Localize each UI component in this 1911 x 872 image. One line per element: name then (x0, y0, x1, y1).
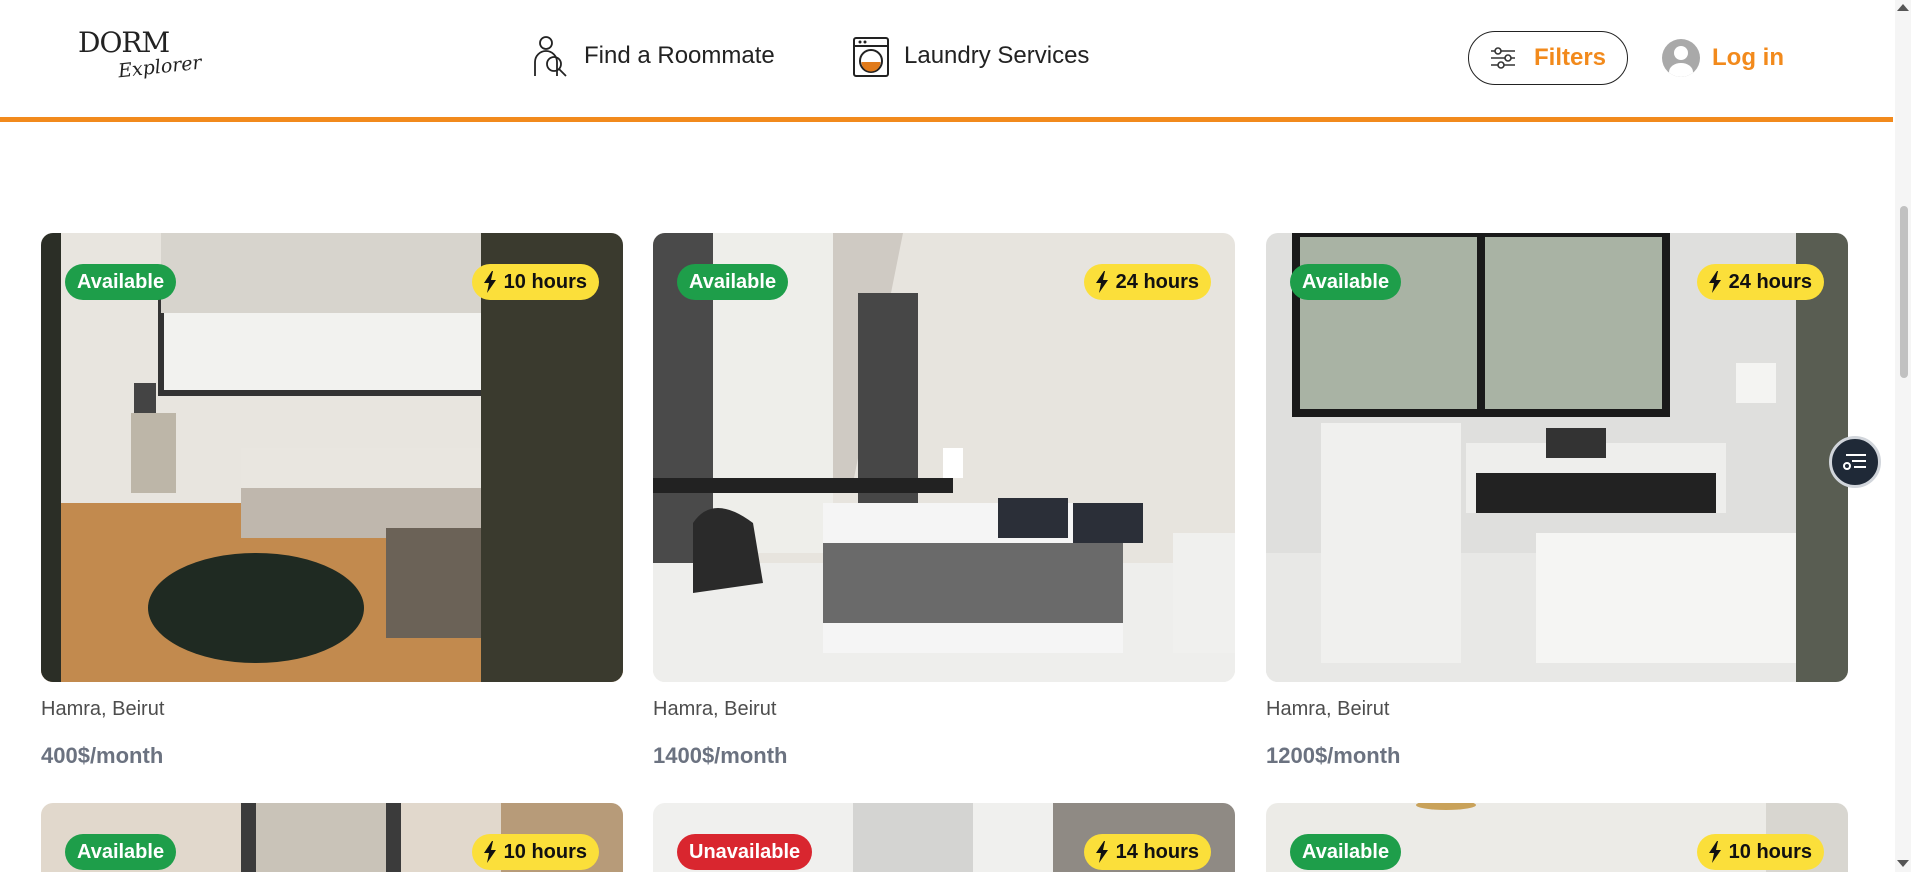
lightning-bolt-icon (1095, 271, 1108, 293)
lightning-bolt-icon (483, 841, 496, 863)
listing-card[interactable]: Available 10 hours (1266, 803, 1848, 872)
scroll-up-arrow-icon[interactable] (1897, 3, 1909, 11)
site-header: DORM Explorer Find a Roommate Laundry Se… (0, 0, 1893, 122)
list-filter-icon (1843, 454, 1866, 470)
floating-filter-button[interactable] (1829, 436, 1881, 488)
response-time-badge: 14 hours (1083, 834, 1211, 870)
listing-price: 400$/month (41, 743, 164, 768)
room-photo-3 (1266, 233, 1848, 682)
sliders-icon (1490, 47, 1515, 69)
login-button[interactable]: Log in (1662, 36, 1784, 80)
washing-machine-icon (853, 37, 889, 77)
listing-photo[interactable]: Unavailable 14 hours (653, 803, 1235, 872)
response-time-label: 24 hours (1728, 270, 1812, 293)
nav-find-roommate-label: Find a Roommate (584, 42, 775, 69)
nav-find-roommate[interactable]: Find a Roommate (532, 34, 775, 78)
response-time-badge: 10 hours (1696, 834, 1824, 870)
status-badge: Unavailable (677, 834, 813, 870)
scroll-down-arrow-icon[interactable] (1897, 860, 1909, 868)
response-time-badge: 24 hours (1696, 264, 1824, 300)
logo-text-top: DORM (78, 26, 170, 59)
listing-location: Hamra, Beirut (1266, 698, 1390, 720)
roommate-search-icon (534, 36, 567, 77)
scrollbar-thumb[interactable] (1900, 206, 1908, 378)
lightning-bolt-icon (483, 271, 496, 293)
user-avatar-icon (1662, 39, 1700, 77)
room-photo-1 (41, 233, 623, 682)
status-badge: Available (677, 264, 789, 300)
lightning-bolt-icon (1708, 271, 1721, 293)
listing-photo[interactable]: Available 24 hours (1266, 233, 1848, 682)
status-badge: Available (65, 264, 177, 300)
response-time-label: 10 hours (503, 270, 587, 293)
dorm-explorer-logo[interactable]: DORM Explorer (76, 26, 203, 86)
response-time-label: 24 hours (1115, 270, 1199, 293)
response-time-badge: 10 hours (471, 264, 599, 300)
listing-card[interactable]: Unavailable 14 hours (653, 803, 1235, 872)
listing-card[interactable]: Available 10 hours (41, 803, 623, 872)
status-badge: Available (1290, 834, 1402, 870)
response-time-label: 10 hours (1728, 840, 1812, 863)
listing-card[interactable]: Available 24 hours Hamra, Beirut 1400$/m… (653, 233, 1235, 769)
listing-price: 1400$/month (653, 743, 788, 768)
listing-photo[interactable]: Available 10 hours (1266, 803, 1848, 872)
response-time-badge: 24 hours (1083, 264, 1211, 300)
listing-photo[interactable]: Available 24 hours (653, 233, 1235, 682)
status-badge: Available (1290, 264, 1402, 300)
filters-button[interactable]: Filters (1468, 31, 1628, 85)
lightning-bolt-icon (1708, 841, 1721, 863)
room-photo-2 (653, 233, 1235, 682)
listing-location: Hamra, Beirut (41, 698, 165, 720)
nav-laundry-services-label: Laundry Services (904, 42, 1090, 69)
response-time-label: 10 hours (503, 840, 587, 863)
listing-card[interactable]: Available 10 hours Hamra, Beirut 400$/mo… (41, 233, 623, 769)
listing-card[interactable]: Available 24 hours Hamra, Beirut 1200$/m… (1266, 233, 1848, 769)
listing-location: Hamra, Beirut (653, 698, 777, 720)
response-time-label: 14 hours (1115, 840, 1199, 863)
login-button-label: Log in (1712, 44, 1784, 71)
listing-photo[interactable]: Available 10 hours (41, 803, 623, 872)
listing-price: 1200$/month (1266, 743, 1401, 768)
listing-photo[interactable]: Available 10 hours (41, 233, 623, 682)
filters-button-label: Filters (1533, 44, 1607, 71)
status-badge: Available (65, 834, 177, 870)
lightning-bolt-icon (1095, 841, 1108, 863)
scrollbar-track[interactable] (1895, 0, 1911, 872)
response-time-badge: 10 hours (471, 834, 599, 870)
nav-laundry-services[interactable]: Laundry Services (852, 34, 1089, 78)
